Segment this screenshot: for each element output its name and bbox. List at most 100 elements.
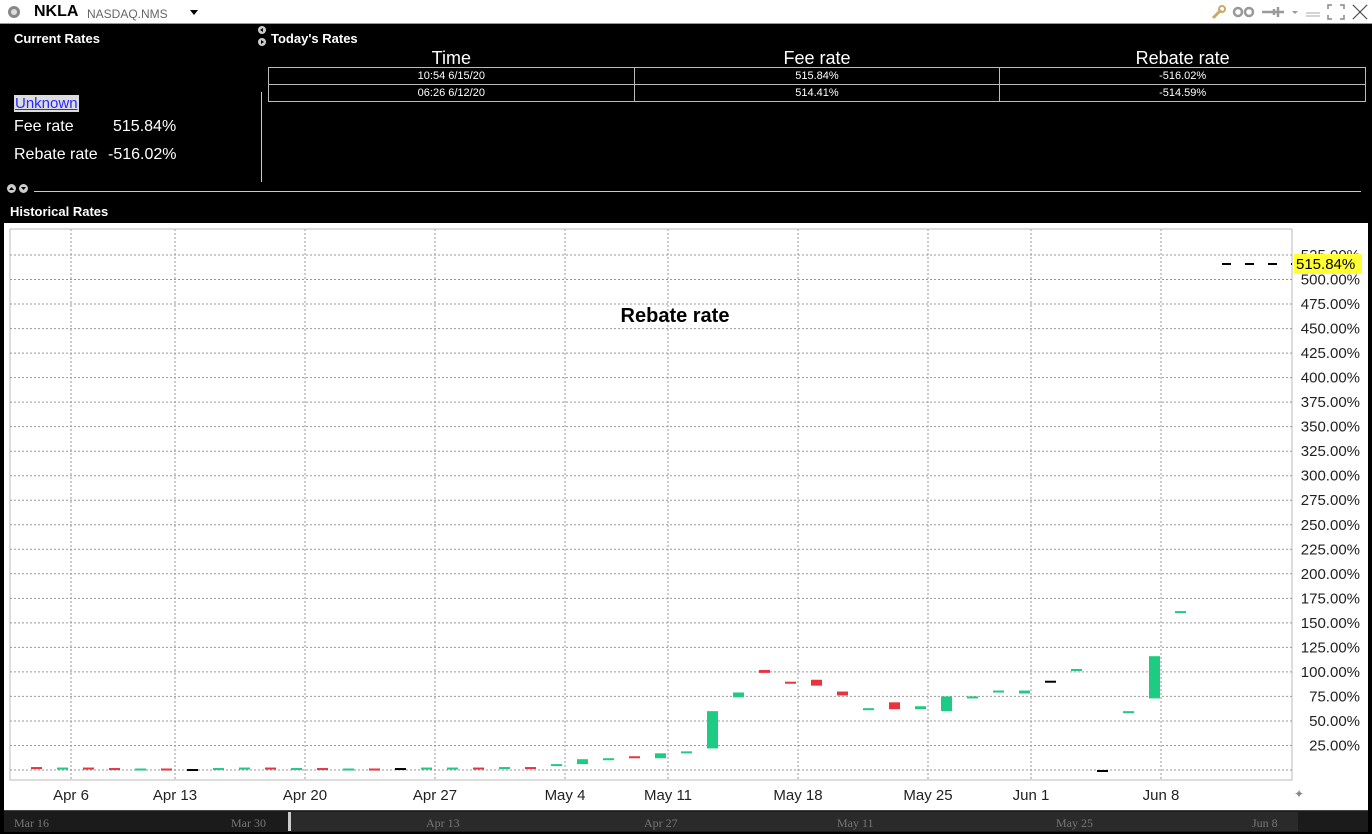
- candle[interactable]: [759, 669, 770, 673]
- timeline-label: May 25: [1056, 816, 1093, 830]
- candle[interactable]: [1071, 668, 1082, 671]
- chevron-left-icon[interactable]: [258, 26, 266, 34]
- table-header-row: Time Fee rate Rebate rate: [269, 49, 1366, 68]
- candle[interactable]: [681, 751, 692, 754]
- table-row[interactable]: 10:54 6/15/20 515.84% -516.02%: [268, 67, 1366, 85]
- candle[interactable]: [135, 768, 146, 771]
- candle[interactable]: [1019, 690, 1030, 694]
- candle[interactable]: [785, 681, 796, 684]
- timeline-label: Jun 8: [1252, 816, 1278, 830]
- historical-rates-title: Historical Rates: [10, 204, 109, 219]
- candle[interactable]: [915, 706, 926, 710]
- wrench-icon[interactable]: [1210, 3, 1228, 21]
- candle[interactable]: [1175, 611, 1186, 614]
- x-tick-label: Apr 13: [153, 787, 197, 804]
- current-rates-title: Current Rates: [14, 31, 100, 46]
- candle[interactable]: [317, 768, 328, 771]
- candle[interactable]: [577, 759, 588, 765]
- column-header-fee-rate[interactable]: Fee rate: [634, 49, 1000, 68]
- candle[interactable]: [837, 691, 848, 696]
- candle[interactable]: [551, 764, 562, 767]
- candle[interactable]: [993, 690, 1004, 693]
- chevron-right-icon[interactable]: [258, 38, 266, 46]
- y-tick-label: 50.00%: [1309, 713, 1360, 730]
- panel-splitter[interactable]: [0, 184, 1372, 196]
- candle[interactable]: [889, 702, 900, 710]
- candle[interactable]: [31, 767, 42, 770]
- pin-icon[interactable]: [1260, 3, 1286, 21]
- candle[interactable]: [291, 768, 302, 771]
- historical-chart[interactable]: 25.00% 50.00% 75.00% 100.00% 125.00% 150.00% 1…: [4, 223, 1368, 810]
- exchange-label[interactable]: NASDAQ.NMS: [87, 7, 168, 21]
- y-tick-label: 250.00%: [1301, 517, 1360, 534]
- candle[interactable]: [1149, 656, 1160, 699]
- timeline-navigator[interactable]: Mar 16 Mar 30 Apr 13 Apr 27 May 11 May 2…: [4, 810, 1368, 832]
- candle[interactable]: [707, 711, 718, 749]
- candle[interactable]: [1123, 711, 1134, 714]
- candle[interactable]: [369, 768, 380, 771]
- minimize-icon[interactable]: [1304, 3, 1322, 21]
- x-tick-label: May 4: [545, 787, 586, 804]
- candle[interactable]: [967, 696, 978, 699]
- candle[interactable]: [343, 768, 354, 771]
- x-tick-label: Apr 20: [283, 787, 327, 804]
- table-row[interactable]: 06:26 6/12/20 514.41% -514.59%: [268, 84, 1366, 102]
- candle[interactable]: [499, 767, 510, 770]
- glasses-icon[interactable]: [1232, 3, 1256, 21]
- candle[interactable]: [161, 768, 172, 771]
- candle[interactable]: [863, 708, 874, 711]
- rebate-rate-label: Rebate rate: [14, 146, 98, 163]
- chevron-down-icon[interactable]: [19, 184, 28, 193]
- table-cell: 10:54 6/15/20: [268, 67, 635, 85]
- title-bar: NKLA NASDAQ.NMS: [0, 0, 1372, 24]
- candle[interactable]: [83, 767, 94, 770]
- column-header-rebate-rate[interactable]: Rebate rate: [1000, 49, 1366, 68]
- candle[interactable]: [421, 767, 432, 770]
- chart-title: Rebate rate: [621, 305, 730, 327]
- y-tick-label: 325.00%: [1301, 443, 1360, 460]
- status-link[interactable]: Unknown: [14, 95, 79, 112]
- candle[interactable]: [655, 753, 666, 759]
- y-tick-label: 225.00%: [1301, 541, 1360, 558]
- symbol-label[interactable]: NKLA: [34, 3, 78, 21]
- chevron-down-icon[interactable]: [190, 10, 198, 15]
- candle[interactable]: [395, 768, 406, 771]
- candle[interactable]: [265, 767, 276, 770]
- candle[interactable]: [525, 767, 536, 770]
- maximize-icon[interactable]: [1326, 3, 1346, 21]
- chart-candles: [31, 611, 1186, 772]
- candle[interactable]: [187, 769, 198, 772]
- chevron-up-icon[interactable]: [7, 184, 16, 193]
- candle[interactable]: [1097, 770, 1108, 772]
- axis-marker-icon: ✦: [1294, 787, 1304, 801]
- candle[interactable]: [811, 679, 822, 686]
- x-tick-label: May 18: [773, 787, 822, 804]
- candle[interactable]: [733, 692, 744, 698]
- chart-x-axis: Apr 6 Apr 13 Apr 20 Apr 27 May 4 May 11 May 18…: [53, 787, 1304, 804]
- app-icon[interactable]: [6, 4, 22, 20]
- candle[interactable]: [447, 767, 458, 770]
- candle[interactable]: [473, 767, 484, 770]
- current-value-label: 515.84%: [1296, 256, 1355, 273]
- timeline-label: May 11: [837, 816, 874, 830]
- table-cell: 514.41%: [633, 84, 1001, 102]
- todays-rates-table: Time Fee rate Rebate rate 10:54 6/15/20 …: [268, 49, 1366, 102]
- candle[interactable]: [213, 768, 224, 771]
- chart-svg[interactable]: 25.00% 50.00% 75.00% 100.00% 125.00% 150.00% 1…: [4, 223, 1368, 810]
- candle[interactable]: [1045, 680, 1056, 683]
- candle[interactable]: [603, 758, 614, 761]
- todays-rates-panel: Today's Rates Time Fee rate Rebate rate …: [258, 24, 1372, 184]
- close-icon[interactable]: [1350, 3, 1370, 21]
- y-tick-label: 100.00%: [1301, 664, 1360, 681]
- timeline-label: Apr 27: [644, 816, 678, 830]
- candle[interactable]: [629, 756, 640, 759]
- candle[interactable]: [57, 767, 68, 770]
- timeline-label: Mar 16: [14, 816, 49, 830]
- splitter-line: [34, 191, 1361, 192]
- table-cell: 515.84%: [633, 67, 1001, 85]
- menu-dropdown-icon[interactable]: [1290, 3, 1300, 21]
- candle[interactable]: [239, 767, 250, 770]
- column-header-time[interactable]: Time: [269, 49, 635, 68]
- candle[interactable]: [109, 768, 120, 771]
- candle[interactable]: [941, 696, 952, 712]
